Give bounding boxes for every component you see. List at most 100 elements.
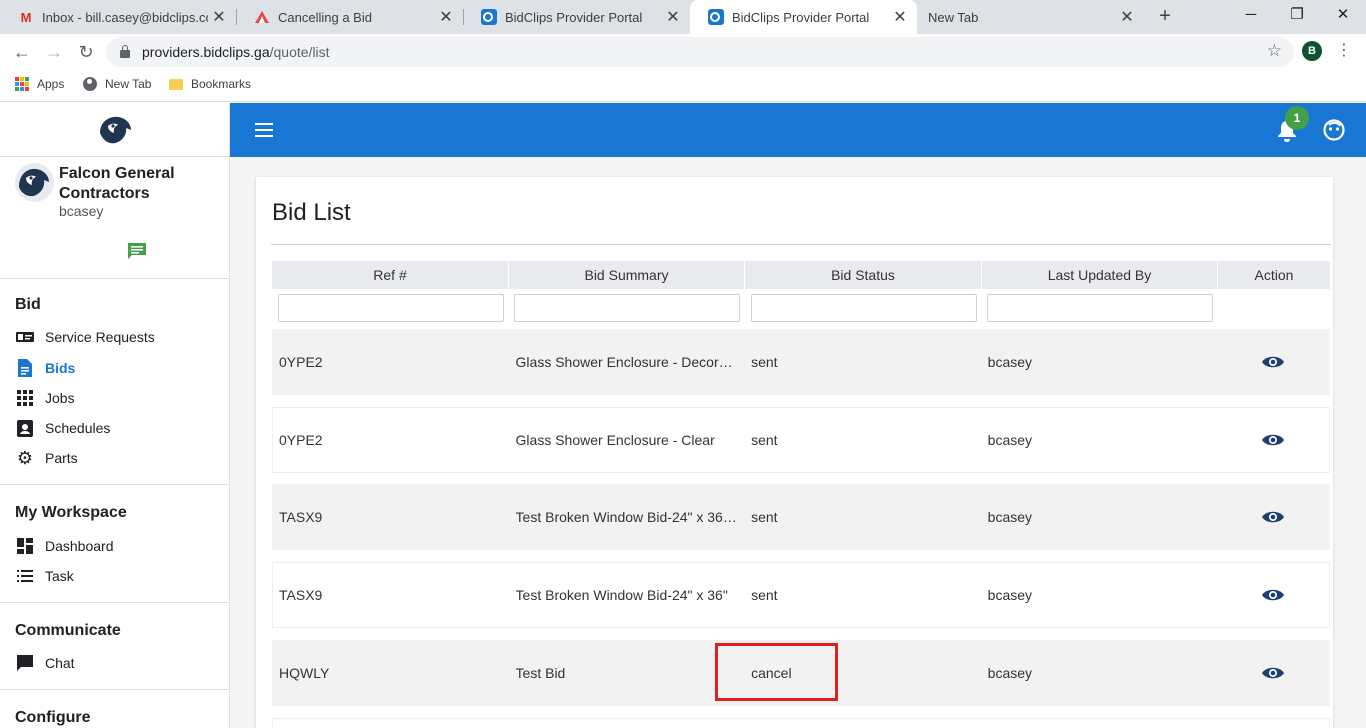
browser-tab-portal-active[interactable]: BidClips Provider Portal ✕ xyxy=(690,0,917,34)
highlight-box xyxy=(715,643,838,701)
globe-icon xyxy=(83,77,97,91)
sidebar: Falcon General Contractors bcasey Bid Se… xyxy=(0,103,230,728)
reload-button[interactable]: ↻ xyxy=(74,40,98,64)
filter-ref-input[interactable] xyxy=(277,294,504,322)
view-eye-icon[interactable] xyxy=(1262,666,1285,680)
view-eye-icon[interactable] xyxy=(1262,510,1285,524)
sidebar-item-parts[interactable]: ⚙ Parts xyxy=(15,445,215,471)
apps-grid-icon xyxy=(15,77,29,91)
cell-ref: 0YPE2 xyxy=(279,354,323,370)
bookmarks-bar: Apps New Tab Bookmarks xyxy=(0,70,1366,102)
table-row[interactable]: TASX9 Test Broken Window Bid-24" x 36" s… xyxy=(272,562,1330,628)
gmail-icon: M xyxy=(20,9,32,25)
tab-title: Cancelling a Bid xyxy=(278,9,372,25)
sidebar-item-dashboard[interactable]: Dashboard xyxy=(15,533,215,559)
bookmark-folder[interactable]: Bookmarks xyxy=(169,77,251,91)
grid-icon xyxy=(15,388,35,408)
sidebar-item-chat[interactable]: Chat xyxy=(15,650,215,676)
cell-summary: Test Bid xyxy=(515,665,566,681)
restore-button[interactable]: ❐ xyxy=(1274,0,1320,30)
bookmark-apps[interactable]: Apps xyxy=(15,77,64,91)
browser-tab-newtab[interactable]: New Tab ✕ xyxy=(917,0,1144,34)
column-header-updated-by[interactable]: Last Updated By xyxy=(982,261,1218,289)
contact-icon xyxy=(15,418,35,438)
notification-badge: 1 xyxy=(1285,106,1309,130)
address-bar[interactable]: providers.bidclips.ga/quote/list ☆ xyxy=(106,37,1294,67)
cell-updated-by: bcasey xyxy=(987,354,1033,370)
falcon-logo[interactable] xyxy=(96,113,134,147)
view-eye-icon[interactable] xyxy=(1262,355,1285,369)
tab-title: BidClips Provider Portal xyxy=(505,9,643,25)
section-title-my-workspace: My Workspace xyxy=(15,504,127,521)
cell-updated-by: bcasey xyxy=(987,587,1033,603)
sidebar-item-schedules[interactable]: Schedules xyxy=(15,415,215,441)
sidebar-item-label: Dashboard xyxy=(45,538,114,554)
window-close-button[interactable]: ✕ xyxy=(1320,0,1366,30)
new-tab-button[interactable]: + xyxy=(1154,5,1176,27)
cell-status: sent xyxy=(751,509,778,525)
cell-ref: TASX9 xyxy=(279,509,323,525)
browser-tab-portal-1[interactable]: BidClips Provider Portal ✕ xyxy=(463,0,690,34)
close-icon[interactable]: ✕ xyxy=(435,7,457,27)
browser-tab-gmail[interactable]: M Inbox - bill.casey@bidclips.com ✕ xyxy=(0,0,236,34)
cell-updated-by: bcasey xyxy=(987,665,1033,681)
column-header-summary[interactable]: Bid Summary xyxy=(509,261,745,289)
back-button[interactable]: ← xyxy=(10,40,34,64)
filter-summary-input[interactable] xyxy=(514,294,740,322)
bookmark-label: Bookmarks xyxy=(191,77,252,91)
message-icon[interactable] xyxy=(127,242,147,260)
menu-icon[interactable] xyxy=(255,123,273,137)
sidebar-item-label: Chat xyxy=(45,655,75,671)
table-row[interactable]: 0YPE2 Glass Shower Enclosure - Decorativ… xyxy=(272,329,1330,395)
filter-row xyxy=(272,289,1330,327)
lock-icon xyxy=(120,45,130,58)
table-header: Ref # Bid Summary Bid Status Last Update… xyxy=(272,261,1330,289)
view-eye-icon[interactable] xyxy=(1262,433,1285,447)
document-icon xyxy=(15,358,35,378)
column-header-status[interactable]: Bid Status xyxy=(745,261,982,289)
table-row[interactable]: TASX9 Test Broken Window Bid-24" x 36"(2… xyxy=(272,484,1330,550)
sidebar-item-label: Schedules xyxy=(45,420,111,436)
sidebar-item-task[interactable]: Task xyxy=(15,563,215,589)
sidebar-item-label: Jobs xyxy=(45,390,75,406)
cell-summary: Test Broken Window Bid-24" x 36"(2) xyxy=(515,509,738,525)
profile-avatar[interactable]: B xyxy=(1302,41,1322,61)
sidebar-item-jobs[interactable]: Jobs xyxy=(15,385,215,411)
view-eye-icon[interactable] xyxy=(1262,588,1285,602)
close-icon[interactable]: ✕ xyxy=(889,7,911,27)
sidebar-item-label: Task xyxy=(45,568,74,584)
forward-button[interactable]: → xyxy=(42,40,66,64)
tab-title: BidClips Provider Portal xyxy=(732,9,870,25)
cell-status: sent xyxy=(751,432,778,448)
filter-status-input[interactable] xyxy=(750,294,977,322)
close-icon[interactable]: ✕ xyxy=(1116,7,1138,27)
column-header-action: Action xyxy=(1254,267,1294,283)
minimize-button[interactable]: ─ xyxy=(1228,0,1274,30)
bidclips-docs-icon xyxy=(254,9,270,25)
account-face-icon[interactable] xyxy=(1323,119,1345,141)
sidebar-item-service-requests[interactable]: Service Requests xyxy=(15,324,215,350)
column-header-ref[interactable]: Ref # xyxy=(272,261,509,289)
list-icon xyxy=(15,566,35,586)
cell-summary: Test Broken Window Bid-24" x 36" xyxy=(515,587,728,603)
page-title: Bid List xyxy=(272,199,351,226)
close-icon[interactable]: ✕ xyxy=(208,7,230,27)
bookmark-label: New Tab xyxy=(105,77,152,91)
filter-updated-by-input[interactable] xyxy=(987,294,1213,322)
bookmark-new-tab[interactable]: New Tab xyxy=(83,77,151,91)
tab-title: New Tab xyxy=(928,9,979,25)
browser-tabstrip: M Inbox - bill.casey@bidclips.com ✕ Canc… xyxy=(0,0,1366,34)
id-card-icon xyxy=(15,327,35,347)
close-icon[interactable]: ✕ xyxy=(662,7,684,27)
sidebar-item-label: Parts xyxy=(45,450,78,466)
sidebar-item-bids[interactable]: Bids xyxy=(15,355,215,381)
app-header: 1 xyxy=(230,103,1366,157)
avatar xyxy=(15,163,54,202)
table-row[interactable]: 0YPE2 Glass Shower Enclosure - Clear sen… xyxy=(272,407,1330,473)
cell-ref: TASX9 xyxy=(279,587,323,603)
section-title-communicate: Communicate xyxy=(15,622,121,639)
bookmark-star-icon[interactable]: ☆ xyxy=(1267,41,1282,61)
browser-tab-cancelling-bid[interactable]: Cancelling a Bid ✕ xyxy=(236,0,463,34)
browser-menu-icon[interactable]: ⋮ xyxy=(1336,41,1352,61)
cell-ref: 0YPE2 xyxy=(279,432,323,448)
